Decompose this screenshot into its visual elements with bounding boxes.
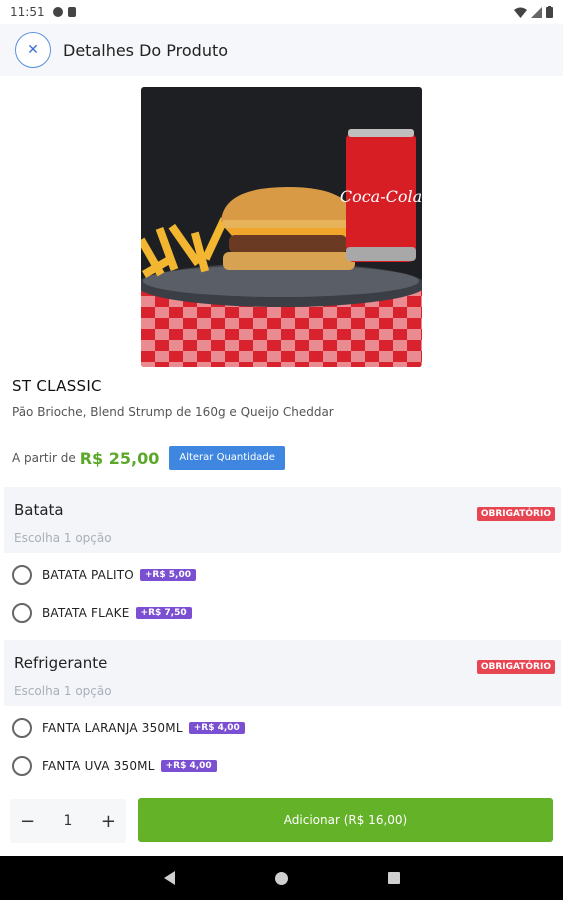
product-description: Pão Brioche, Blend Strump de 160g e Quei… xyxy=(12,405,334,419)
radio-button[interactable] xyxy=(12,718,32,738)
option-fanta-uva[interactable]: FANTA UVA 350ML +R$ 4,00 xyxy=(12,754,217,778)
radio-button[interactable] xyxy=(12,565,32,585)
required-badge: OBRIGATÓRIO xyxy=(476,660,555,674)
option-price-badge: +R$ 4,00 xyxy=(188,722,245,734)
system-nav-bar xyxy=(0,856,563,900)
option-label: BATATA PALITO xyxy=(42,568,134,582)
sd-card-icon xyxy=(67,7,76,17)
radio-button[interactable] xyxy=(12,756,32,776)
option-label: FANTA UVA 350ML xyxy=(42,759,155,773)
group-subtitle: Escolha 1 opção xyxy=(14,531,112,545)
product-name: ST CLASSIC xyxy=(12,377,102,395)
option-batata-flake[interactable]: BATATA FLAKE +R$ 7,50 xyxy=(12,601,192,625)
option-price-badge: +R$ 7,50 xyxy=(135,607,192,619)
price-prefix: A partir de xyxy=(12,451,76,465)
option-label: FANTA LARANJA 350ML xyxy=(42,721,183,735)
group-title: Batata xyxy=(14,501,64,519)
close-button[interactable]: ✕ xyxy=(15,32,51,68)
option-price-badge: +R$ 5,00 xyxy=(139,569,196,581)
status-icons xyxy=(514,6,553,18)
product-price: R$ 25,00 xyxy=(79,448,160,468)
status-time: 11:51 xyxy=(10,5,45,19)
wifi-icon xyxy=(514,7,527,18)
back-icon[interactable] xyxy=(163,871,175,885)
quantity-value: 1 xyxy=(63,813,73,829)
footer-bar: − 1 + Adicionar (R$ 16,00) xyxy=(0,786,563,856)
page-title: Detalhes Do Produto xyxy=(63,40,229,60)
change-quantity-button[interactable]: Alterar Quantidade xyxy=(169,446,285,470)
radio-button[interactable] xyxy=(12,603,32,623)
option-batata-palito[interactable]: BATATA PALITO +R$ 5,00 xyxy=(12,563,196,587)
close-icon: ✕ xyxy=(27,42,39,58)
battery-icon xyxy=(546,6,553,18)
can-brand-text: Coca-Cola xyxy=(340,187,422,206)
option-label: BATATA FLAKE xyxy=(42,606,130,620)
quantity-stepper: − 1 + xyxy=(10,799,126,843)
group-header-refrigerante: Refrigerante Escolha 1 opção OBRIGATÓRIO xyxy=(4,640,561,706)
status-bar: 11:51 xyxy=(0,0,563,24)
home-icon[interactable] xyxy=(274,871,288,885)
product-image: Coca-Cola xyxy=(141,87,422,367)
group-header-batata: Batata Escolha 1 opção OBRIGATÓRIO xyxy=(4,487,561,553)
app-header: ✕ Detalhes Do Produto xyxy=(0,24,563,76)
recent-apps-icon[interactable] xyxy=(387,872,400,884)
option-fanta-laranja[interactable]: FANTA LARANJA 350ML +R$ 4,00 xyxy=(12,716,245,740)
app-notification-icon xyxy=(52,7,63,17)
required-badge: OBRIGATÓRIO xyxy=(476,507,555,521)
decrement-button[interactable]: − xyxy=(20,811,35,832)
group-subtitle: Escolha 1 opção xyxy=(14,684,112,698)
option-price-badge: +R$ 4,00 xyxy=(160,760,217,772)
price-row: A partir de R$ 25,00 Alterar Quantidade xyxy=(12,446,285,470)
group-title: Refrigerante xyxy=(14,654,108,672)
signal-icon xyxy=(531,6,542,18)
add-to-cart-button[interactable]: Adicionar (R$ 16,00) xyxy=(138,798,553,842)
increment-button[interactable]: + xyxy=(101,811,116,832)
